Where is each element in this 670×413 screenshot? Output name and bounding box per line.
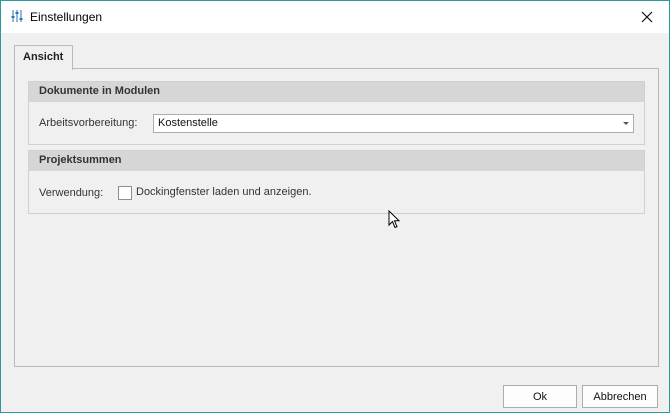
chevron-down-icon[interactable] — [623, 122, 629, 125]
verwendung-label: Verwendung: — [39, 187, 104, 199]
combo-value: Kostenstelle — [158, 117, 218, 129]
settings-dialog: Einstellungen Ansicht Dokumente in Modul… — [0, 0, 670, 413]
group-title: Projektsummen — [39, 154, 122, 166]
tab-panel-ansicht: Dokumente in Modulen Arbeitsvorbereitung… — [14, 68, 659, 367]
group-title: Dokumente in Modulen — [39, 85, 160, 97]
ok-button[interactable]: Ok — [503, 385, 577, 408]
arbeitsvorbereitung-label: Arbeitsvorbereitung: — [39, 117, 138, 129]
group-header: Dokumente in Modulen — [29, 82, 644, 102]
tab-ansicht[interactable]: Ansicht — [14, 45, 73, 70]
arbeitsvorbereitung-combobox[interactable]: Kostenstelle — [153, 114, 634, 133]
title-bar[interactable]: Einstellungen — [1, 1, 669, 33]
tab-label: Ansicht — [23, 51, 64, 63]
mouse-cursor-icon — [388, 210, 401, 229]
group-header: Projektsummen — [29, 151, 644, 171]
sliders-icon — [11, 10, 23, 22]
group-projektsummen: Projektsummen Verwendung: Dockingfenster… — [28, 150, 645, 214]
dockingfenster-checkbox-label[interactable]: Dockingfenster laden und anzeigen. — [136, 186, 312, 198]
cancel-button[interactable]: Abbrechen — [582, 385, 658, 408]
close-button[interactable] — [625, 1, 669, 33]
close-icon — [641, 11, 653, 23]
group-dokumente-in-modulen: Dokumente in Modulen Arbeitsvorbereitung… — [28, 81, 645, 145]
window-title: Einstellungen — [30, 10, 103, 24]
dockingfenster-checkbox[interactable] — [118, 186, 132, 200]
